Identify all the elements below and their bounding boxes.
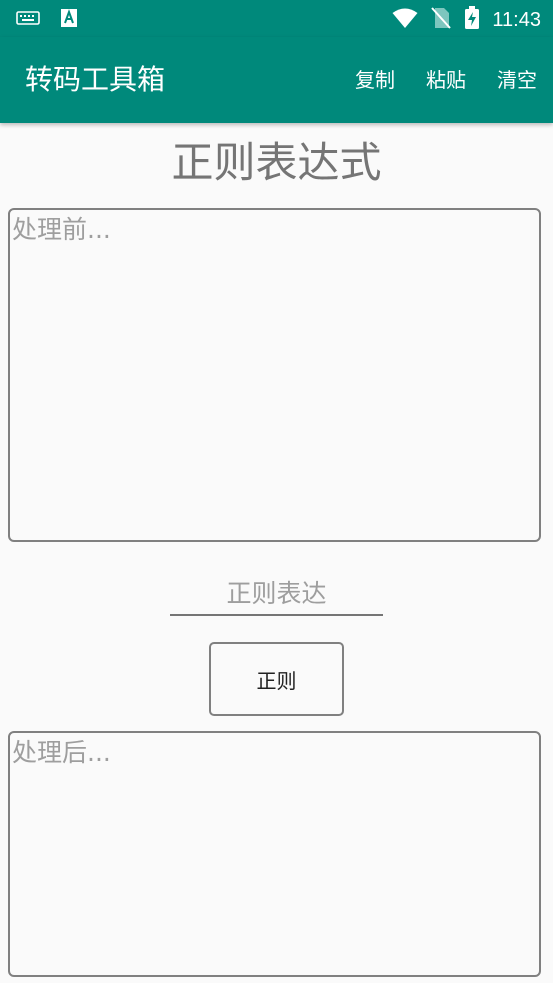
output-text-area[interactable]: [12, 737, 537, 971]
app-bar: 转码工具箱 复制 粘贴 清空: [0, 37, 553, 123]
wifi-icon: [392, 7, 418, 33]
status-left-icons: [16, 8, 78, 32]
keyboard-icon: [16, 10, 40, 30]
font-a-icon: [60, 8, 78, 32]
copy-button[interactable]: 复制: [355, 65, 395, 95]
battery-charging-icon: [464, 6, 480, 34]
status-time: 11:43: [492, 8, 541, 31]
output-text-box: [8, 731, 541, 977]
regex-input[interactable]: [170, 572, 383, 614]
page-title: 正则表达式: [171, 138, 382, 187]
regex-field: [170, 572, 383, 616]
status-right-icons: 11:43: [392, 6, 541, 34]
app-bar-menu: 复制 粘贴 清空: [355, 65, 537, 95]
paste-button[interactable]: 粘贴: [426, 65, 466, 95]
regex-apply-button[interactable]: 正则: [209, 642, 344, 716]
input-text-area[interactable]: [12, 214, 537, 536]
status-bar: 11:43: [0, 0, 553, 37]
input-text-box: [8, 208, 541, 542]
app-title: 转码工具箱: [25, 63, 166, 96]
no-sim-icon: [430, 6, 452, 34]
clear-button[interactable]: 清空: [497, 65, 537, 95]
